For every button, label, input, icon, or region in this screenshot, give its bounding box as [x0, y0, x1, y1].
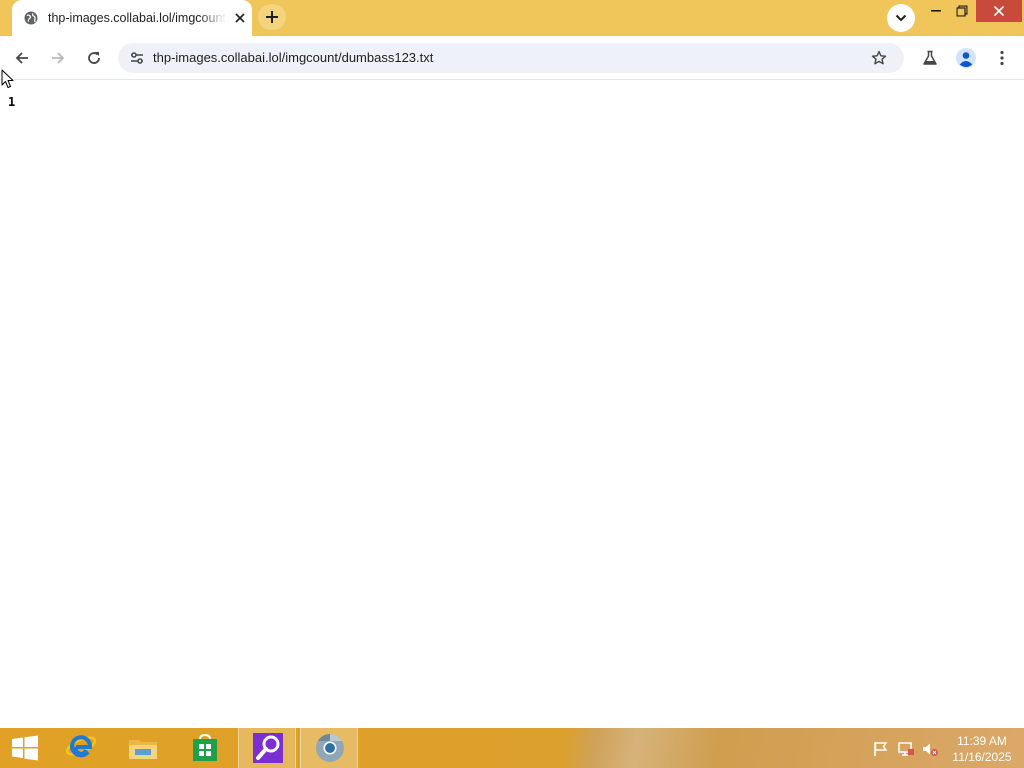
- back-button[interactable]: [10, 46, 34, 70]
- internet-explorer-icon: [65, 735, 97, 758]
- tab-search-button[interactable]: [887, 4, 915, 32]
- magnifier-icon: [253, 733, 283, 763]
- plus-icon: [266, 11, 278, 23]
- taskbar-search-app[interactable]: [238, 728, 296, 768]
- start-button[interactable]: [6, 732, 44, 764]
- bookmark-button[interactable]: [868, 47, 890, 69]
- chevron-down-icon: [895, 14, 907, 22]
- site-info-button[interactable]: [126, 47, 148, 69]
- system-clock[interactable]: 11:39 AM 11/16/2025: [944, 733, 1020, 765]
- browser-toolbar: thp-images.collabai.lol/imgcount/dumbass…: [0, 36, 1024, 80]
- chrome-icon: [316, 734, 344, 762]
- kebab-menu-icon: [1000, 50, 1004, 66]
- browser-window: thp-images.collabai.lol/imgcount/dumbass…: [0, 0, 1024, 728]
- action-center-flag-icon[interactable]: [872, 740, 890, 758]
- url-text[interactable]: thp-images.collabai.lol/imgcount/dumbass…: [153, 50, 433, 65]
- globe-icon: [24, 11, 38, 25]
- store-icon: [193, 733, 217, 761]
- reload-icon: [88, 52, 100, 64]
- arrow-right-icon: [52, 52, 65, 64]
- window-close-button[interactable]: [976, 0, 1022, 22]
- volume-muted-icon[interactable]: [921, 740, 939, 758]
- clock-date: 11/16/2025: [952, 750, 1012, 764]
- taskbar-internet-explorer[interactable]: [52, 728, 110, 768]
- menu-button[interactable]: [990, 46, 1014, 70]
- new-tab-button[interactable]: [258, 4, 286, 30]
- close-icon[interactable]: [234, 12, 246, 24]
- profile-button[interactable]: [954, 46, 978, 70]
- forward-button[interactable]: [46, 46, 70, 70]
- windows-logo-icon: [12, 735, 38, 761]
- clock-time: 11:39 AM: [957, 734, 1007, 748]
- restore-button[interactable]: [950, 0, 974, 22]
- tune-icon: [131, 52, 143, 64]
- tab-active[interactable]: thp-images.collabai.lol/imgcount/dumbass…: [12, 0, 252, 36]
- taskbar-file-explorer[interactable]: [114, 728, 172, 768]
- minimize-icon: [931, 10, 941, 12]
- restore-icon: [956, 5, 968, 17]
- person-icon: [956, 48, 976, 68]
- mouse-cursor-icon: [1, 69, 14, 88]
- reload-button[interactable]: [82, 46, 106, 70]
- tab-strip: thp-images.collabai.lol/imgcount/dumbass…: [0, 0, 1024, 36]
- arrow-left-icon: [15, 52, 28, 64]
- close-icon: [993, 5, 1005, 17]
- minimize-button[interactable]: [924, 0, 948, 22]
- tab-title: thp-images.collabai.lol/imgcount/dumbass…: [48, 11, 226, 25]
- network-icon[interactable]: [897, 740, 915, 758]
- folder-icon: [129, 740, 157, 759]
- flask-icon: [923, 50, 937, 65]
- page-content: 1: [0, 81, 1024, 728]
- labs-button[interactable]: [918, 46, 942, 70]
- address-bar[interactable]: thp-images.collabai.lol/imgcount/dumbass…: [118, 43, 904, 73]
- plain-text-content: 1: [8, 95, 16, 109]
- star-icon: [871, 50, 887, 65]
- taskbar-store[interactable]: [176, 728, 234, 768]
- taskbar: 11:39 AM 11/16/2025: [0, 728, 1024, 768]
- taskbar-chrome[interactable]: [300, 728, 358, 768]
